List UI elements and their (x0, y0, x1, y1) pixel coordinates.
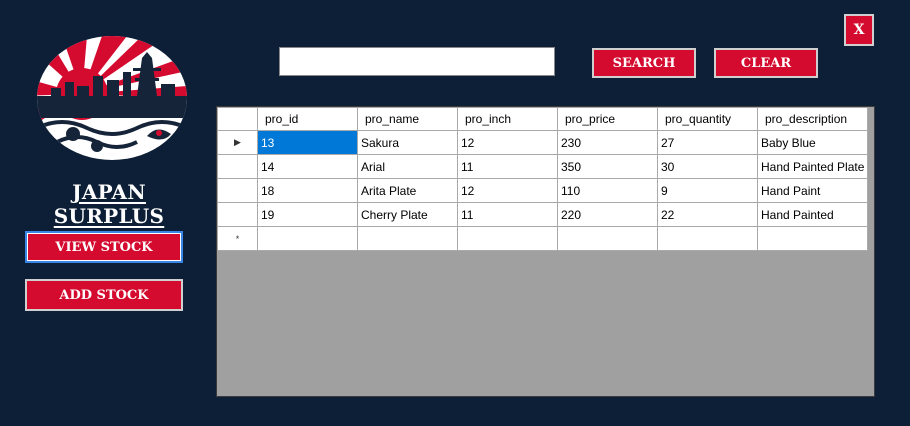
row-header-cell[interactable] (217, 178, 258, 203)
table-row[interactable]: 18 Arita Plate 12 110 9 Hand Paint (217, 178, 869, 203)
table-cell[interactable]: 230 (557, 130, 658, 155)
row-header-cell[interactable] (217, 154, 258, 179)
table-cell[interactable]: 11 (457, 202, 558, 227)
stock-data-grid[interactable]: pro_id pro_name pro_inch pro_price pro_q… (216, 106, 875, 397)
table-cell[interactable]: 22 (657, 202, 758, 227)
search-input[interactable] (279, 47, 555, 76)
table-cell[interactable]: Sakura (357, 130, 458, 155)
table-cell[interactable]: 13 (257, 130, 358, 155)
new-row-asterisk-icon[interactable]: * (217, 226, 258, 251)
table-cell[interactable]: 220 (557, 202, 658, 227)
table-cell[interactable]: 110 (557, 178, 658, 203)
table-cell[interactable]: Arita Plate (357, 178, 458, 203)
stock-table: pro_id pro_name pro_inch pro_price pro_q… (217, 107, 869, 251)
column-header-pro-description[interactable]: pro_description (756, 107, 869, 131)
column-header-pro-id[interactable]: pro_id (257, 107, 358, 131)
table-cell[interactable]: 12 (457, 130, 558, 155)
table-cell[interactable]: Hand Painted Plate (756, 154, 869, 179)
column-header-pro-inch[interactable]: pro_inch (457, 107, 558, 131)
brand-title: JAPAN SURPLUS (53, 180, 165, 228)
current-row-arrow-icon[interactable]: ▶ (217, 130, 258, 155)
table-cell[interactable] (657, 226, 758, 251)
table-cell[interactable]: Cherry Plate (357, 202, 458, 227)
table-cell[interactable]: 30 (657, 154, 758, 179)
table-cell[interactable] (557, 226, 658, 251)
table-cell[interactable]: Arial (357, 154, 458, 179)
table-cell[interactable]: Baby Blue (756, 130, 869, 155)
table-cell[interactable]: 12 (457, 178, 558, 203)
table-row[interactable]: ▶ 13 Sakura 12 230 27 Baby Blue (217, 130, 869, 155)
table-cell[interactable]: Hand Paint (756, 178, 869, 203)
row-header-cell[interactable] (217, 202, 258, 227)
table-cell[interactable]: 19 (257, 202, 358, 227)
column-header-pro-quantity[interactable]: pro_quantity (657, 107, 758, 131)
table-cell[interactable]: 18 (257, 178, 358, 203)
table-cell[interactable]: 14 (257, 154, 358, 179)
search-button[interactable]: SEARCH (592, 48, 696, 78)
table-row[interactable]: 14 Arial 11 350 30 Hand Painted Plate (217, 154, 869, 179)
clear-button[interactable]: CLEAR (714, 48, 818, 78)
corner-header-cell[interactable] (217, 107, 258, 131)
table-cell[interactable]: 11 (457, 154, 558, 179)
japan-surplus-logo (37, 36, 187, 160)
table-row[interactable]: 19 Cherry Plate 11 220 22 Hand Painted (217, 202, 869, 227)
table-cell[interactable]: 9 (657, 178, 758, 203)
close-button[interactable]: X (844, 14, 874, 46)
table-cell[interactable] (457, 226, 558, 251)
add-stock-button[interactable]: ADD STOCK (25, 279, 183, 311)
table-cell[interactable] (257, 226, 358, 251)
header-row: pro_id pro_name pro_inch pro_price pro_q… (217, 107, 869, 131)
view-stock-button[interactable]: VIEW STOCK (25, 231, 183, 263)
column-header-pro-price[interactable]: pro_price (557, 107, 658, 131)
table-cell[interactable]: Hand Painted (756, 202, 869, 227)
table-cell[interactable]: 27 (657, 130, 758, 155)
table-cell[interactable]: 350 (557, 154, 658, 179)
column-header-pro-name[interactable]: pro_name (357, 107, 458, 131)
logo-graphic (37, 36, 187, 152)
new-row[interactable]: * (217, 226, 869, 251)
table-cell[interactable] (357, 226, 458, 251)
table-cell[interactable] (756, 226, 869, 251)
